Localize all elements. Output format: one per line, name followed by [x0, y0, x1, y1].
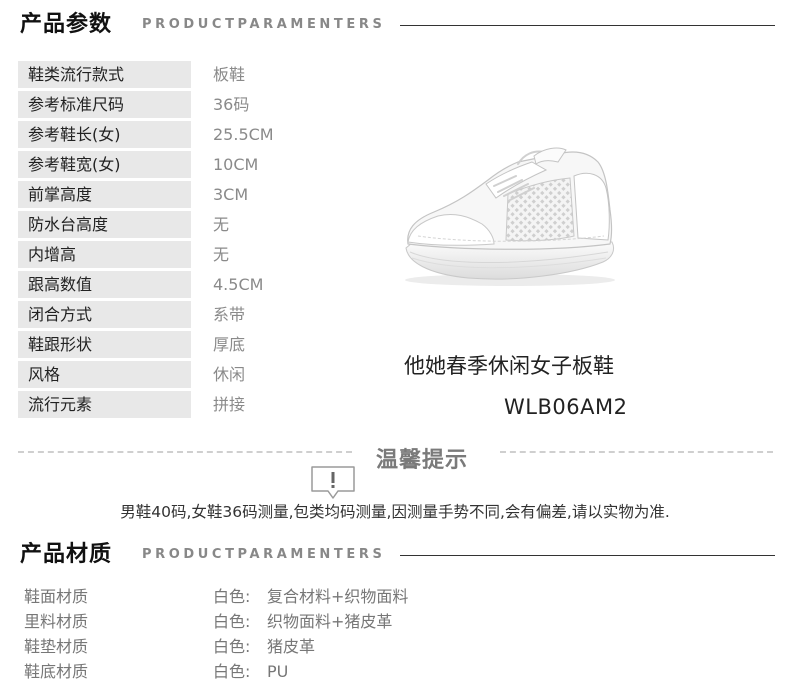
param-value: 系带: [213, 305, 246, 324]
param-key: 参考鞋宽(女): [18, 151, 191, 178]
param-value: 厚底: [213, 335, 246, 354]
param-key: 防水台高度: [18, 211, 191, 238]
param-key: 参考标准尺码: [18, 91, 191, 118]
param-value: 4.5CM: [213, 275, 264, 294]
param-row: 跟高数值 4.5CM: [18, 270, 348, 300]
param-row: 流行元素 拼接: [18, 390, 348, 420]
param-row: 闭合方式 系带: [18, 300, 348, 330]
param-value: 36码: [213, 95, 250, 114]
material-color: 白色:: [213, 612, 251, 631]
material-value: PU: [267, 662, 289, 680]
param-row: 鞋类流行款式 板鞋: [18, 60, 348, 90]
material-key: 鞋垫材质: [24, 637, 89, 656]
param-key: 内增高: [18, 241, 191, 268]
material-row: 鞋底材质 白色: PU: [24, 659, 524, 680]
param-value: 休闲: [213, 365, 246, 384]
params-table: 鞋类流行款式 板鞋 参考标准尺码 36码 参考鞋长(女) 25.5CM 参考鞋宽(女)…: [18, 60, 348, 420]
material-section-header: 产品材质 PRODUCTPARAMENTERS: [20, 540, 775, 580]
material-value: 织物面料+猪皮革: [267, 612, 393, 631]
tip-divider-right: [500, 451, 773, 453]
params-section-subtitle: PRODUCTPARAMENTERS: [142, 17, 386, 32]
material-color: 白色:: [213, 587, 251, 606]
param-key: 鞋类流行款式: [18, 61, 191, 88]
material-section-subtitle: PRODUCTPARAMENTERS: [142, 547, 386, 562]
param-key: 前掌高度: [18, 181, 191, 208]
exclamation-speech-bubble-icon: [311, 466, 355, 499]
sneaker-image: [405, 147, 615, 286]
param-key: 参考鞋长(女): [18, 121, 191, 148]
material-value: 复合材料+织物面料: [267, 587, 409, 606]
material-value: 猪皮革: [267, 637, 316, 656]
params-section-header: 产品参数 PRODUCTPARAMENTERS: [20, 10, 775, 50]
param-row: 参考鞋宽(女) 10CM: [18, 150, 348, 180]
param-key: 跟高数值: [18, 271, 191, 298]
param-value: 拼接: [213, 395, 246, 414]
header-divider: [400, 555, 775, 556]
param-row: 防水台高度 无: [18, 210, 348, 240]
tip-title: 温馨提示: [376, 448, 469, 473]
material-color: 白色:: [213, 662, 251, 680]
material-color: 白色:: [213, 637, 251, 656]
param-value: 板鞋: [213, 65, 246, 84]
header-divider: [400, 25, 775, 26]
material-row: 里料材质 白色: 织物面料+猪皮革: [24, 609, 524, 634]
param-row: 风格 休闲: [18, 360, 348, 390]
param-row: 鞋跟形状 厚底: [18, 330, 348, 360]
params-section-title: 产品参数: [20, 12, 113, 37]
material-key: 里料材质: [24, 612, 89, 631]
param-row: 前掌高度 3CM: [18, 180, 348, 210]
param-key: 流行元素: [18, 391, 191, 418]
param-value: 无: [213, 215, 230, 234]
param-key: 风格: [18, 361, 191, 388]
param-row: 参考鞋长(女) 25.5CM: [18, 120, 348, 150]
material-row: 鞋垫材质 白色: 猪皮革: [24, 634, 524, 659]
product-code: WLB06AM2: [504, 395, 628, 419]
tip-divider-left: [18, 451, 352, 453]
param-row: 参考标准尺码 36码: [18, 90, 348, 120]
param-value: 无: [213, 245, 230, 264]
param-value: 3CM: [213, 185, 249, 204]
materials-table: 鞋面材质 白色: 复合材料+织物面料 里料材质 白色: 织物面料+猪皮革 鞋垫材质 白色:…: [24, 584, 524, 680]
param-value: 25.5CM: [213, 125, 274, 144]
material-section-title: 产品材质: [20, 542, 113, 567]
param-row: 内增高 无: [18, 240, 348, 270]
tip-text: 男鞋40码,女鞋36码测量,包类均码测量,因测量手势不同,会有偏差,请以实物为准…: [120, 503, 670, 521]
param-key: 闭合方式: [18, 301, 191, 328]
param-value: 10CM: [213, 155, 259, 174]
product-name: 他她春季休闲女子板鞋: [404, 354, 614, 378]
material-key: 鞋面材质: [24, 587, 89, 606]
param-key: 鞋跟形状: [18, 331, 191, 358]
material-row: 鞋面材质 白色: 复合材料+织物面料: [24, 584, 524, 609]
material-key: 鞋底材质: [24, 662, 89, 680]
